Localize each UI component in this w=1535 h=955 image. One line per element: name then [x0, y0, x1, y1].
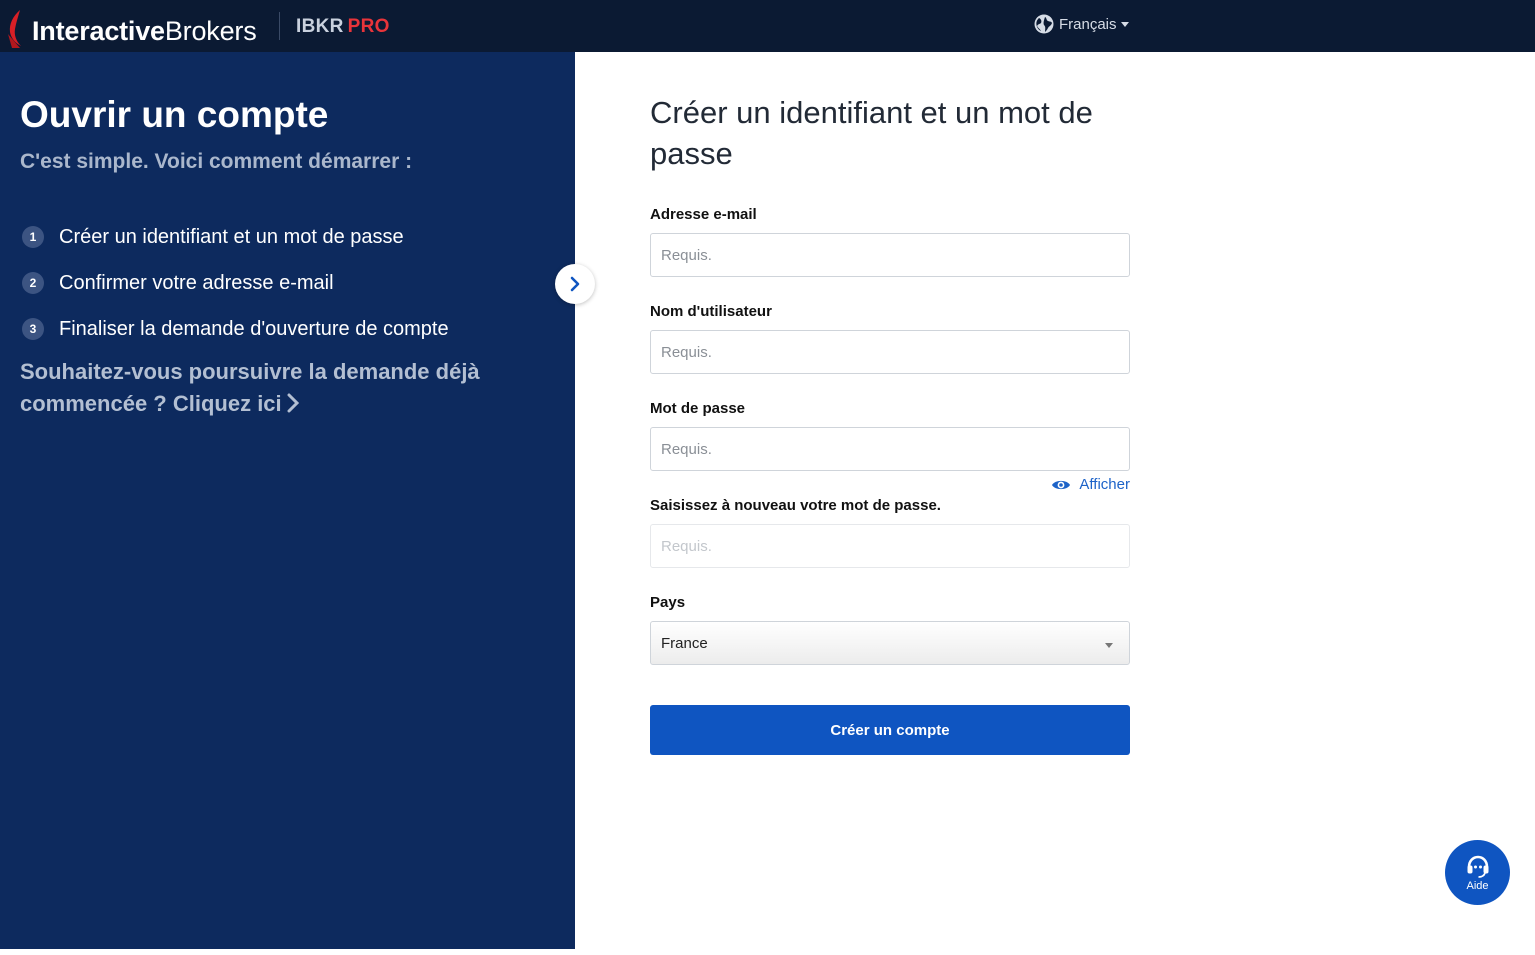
step-item: 1 Créer un identifiant et un mot de pass… [22, 214, 449, 260]
password-label: Mot de passe [650, 400, 746, 417]
email-label: Adresse e-mail [650, 206, 757, 223]
step-item: 2 Confirmer votre adresse e-mail [22, 260, 449, 306]
create-account-button[interactable]: Créer un compte [650, 705, 1130, 755]
eye-icon [1052, 480, 1071, 489]
step-number-badge: 1 [22, 226, 44, 248]
help-label: Aide [1466, 880, 1489, 892]
product-tier: PRO [347, 16, 390, 37]
header-divider [279, 12, 280, 40]
language-selector[interactable]: Français [1034, 14, 1129, 34]
headset-icon [1467, 855, 1488, 878]
steps-list: 1 Créer un identifiant et un mot de pass… [22, 214, 449, 352]
chevron-right-icon [287, 393, 299, 413]
sidebar-title: Ouvrir un compte [20, 94, 329, 135]
password-field-group: Mot de passe Afficher [650, 400, 1130, 493]
top-navigation-bar: InteractiveBrokers IBKR PRO Français [0, 0, 1535, 52]
show-password-toggle[interactable]: Afficher [1051, 476, 1130, 493]
confirm-password-label: Saisissez à nouveau votre mot de passe. [650, 497, 941, 514]
username-label: Nom d'utilisateur [650, 303, 772, 320]
resume-link[interactable]: Cliquez ici [173, 391, 300, 416]
step-number-badge: 3 [22, 318, 44, 340]
show-password-label: Afficher [1079, 476, 1130, 493]
brand-name: InteractiveBrokers [32, 16, 257, 46]
language-label: Français [1059, 15, 1117, 33]
create-credentials-form: Créer un identifiant et un mot de passe … [650, 92, 1130, 755]
step-number-badge: 2 [22, 272, 44, 294]
product-name: IBKR PRO [296, 16, 390, 37]
chevron-right-icon [570, 276, 580, 292]
form-heading: Créer un identifiant et un mot de passe [650, 95, 1093, 171]
help-button[interactable]: Aide [1445, 840, 1510, 905]
onboarding-sidebar: Ouvrir un compte C'est simple. Voici com… [0, 52, 575, 949]
confirm-password-input[interactable] [650, 524, 1130, 568]
interactive-brokers-logo[interactable]: InteractiveBrokers [4, 8, 257, 48]
username-input[interactable] [650, 330, 1130, 374]
dropdown-arrow-icon [1105, 642, 1113, 648]
caret-down-icon [1120, 21, 1129, 27]
country-label: Pays [650, 594, 686, 611]
sidebar-subtitle: C'est simple. Voici comment démarrer : [20, 150, 413, 173]
logo-mark-icon [8, 10, 21, 48]
resume-application: Souhaitez-vous poursuivre la demande déj… [20, 356, 540, 420]
country-selected-value: France [661, 634, 708, 652]
username-field-group: Nom d'utilisateur [650, 303, 1130, 374]
globe-icon [1034, 14, 1054, 34]
sidebar-toggle-button[interactable] [555, 264, 595, 304]
email-field-group: Adresse e-mail [650, 206, 1130, 277]
country-select[interactable]: France [650, 621, 1130, 665]
step-label: Finaliser la demande d'ouverture de comp… [59, 317, 449, 340]
step-label: Confirmer votre adresse e-mail [59, 271, 334, 294]
step-item: 3 Finaliser la demande d'ouverture de co… [22, 306, 449, 352]
password-input[interactable] [650, 427, 1130, 471]
step-label: Créer un identifiant et un mot de passe [59, 225, 404, 248]
country-field-group: Pays France [650, 594, 1130, 665]
email-input[interactable] [650, 233, 1130, 277]
confirm-password-field-group: Saisissez à nouveau votre mot de passe. [650, 497, 1130, 568]
